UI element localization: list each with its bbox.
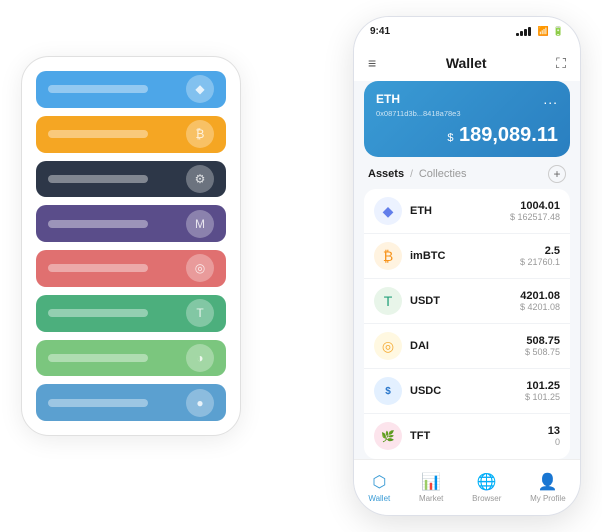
dai-amounts: 508.75 $ 508.75 xyxy=(525,335,560,357)
eth-more-button[interactable]: ... xyxy=(543,91,558,107)
usdc-usd: $ 101.25 xyxy=(525,392,560,402)
asset-item-tft: 🌿 TFT 13 0 xyxy=(364,414,570,458)
usdt-amount: 4201.08 xyxy=(520,290,560,302)
eth-balance: $ 189,089.11 xyxy=(376,124,558,147)
card-text xyxy=(48,309,148,317)
card-icon: ⚙ xyxy=(186,165,214,193)
usdt-amounts: 4201.08 $ 4201.08 xyxy=(520,290,560,312)
dai-name: DAI xyxy=(410,340,525,352)
card-text xyxy=(48,85,148,93)
imbtc-amount: 2.5 xyxy=(520,245,560,257)
nav-browser[interactable]: 🌐 Browser xyxy=(472,472,501,503)
usdc-name: USDC xyxy=(410,385,525,397)
assets-header: Assets / Collecties + xyxy=(354,165,580,189)
card-text xyxy=(48,354,148,362)
card-text xyxy=(48,220,148,228)
nav-profile[interactable]: 👤 My Profile xyxy=(530,472,566,503)
browser-icon: 🌐 xyxy=(477,472,497,492)
card-7: ◑ xyxy=(36,340,226,377)
tab-separator: / xyxy=(410,169,413,180)
tft-name: TFT xyxy=(410,430,548,442)
add-asset-button[interactable]: + xyxy=(548,165,566,183)
dai-amount: 508.75 xyxy=(525,335,560,347)
eth-balance-value: 189,089.11 xyxy=(459,124,558,146)
nav-browser-label: Browser xyxy=(472,494,501,503)
eth-name: ETH xyxy=(410,205,510,217)
usdc-logo: $ xyxy=(374,377,402,405)
status-bar: 9:41 📶 🔋 xyxy=(354,17,580,45)
nav-profile-label: My Profile xyxy=(530,494,566,503)
card-5: ◎ xyxy=(36,250,226,287)
expand-icon[interactable]: ⛶ xyxy=(556,55,566,72)
card-icon: ₿ xyxy=(186,120,214,148)
asset-item-usdt: T USDT 4201.08 $ 4201.08 xyxy=(364,279,570,324)
profile-icon: 👤 xyxy=(538,472,558,492)
nav-wallet[interactable]: ⬡ Wallet xyxy=(368,472,390,503)
tft-usd: 0 xyxy=(548,437,560,447)
usdt-usd: $ 4201.08 xyxy=(520,302,560,312)
eth-logo: ◆ xyxy=(374,197,402,225)
card-2: ₿ xyxy=(36,116,226,153)
card-text xyxy=(48,399,148,407)
card-4: M xyxy=(36,205,226,242)
dai-usd: $ 508.75 xyxy=(525,347,560,357)
eth-card-top: ETH ... xyxy=(376,91,558,107)
left-phone: ◆ ₿ ⚙ M ◎ T ◑ ● xyxy=(21,56,241,436)
wallet-icon: ⬡ xyxy=(372,472,386,492)
market-icon: 📊 xyxy=(421,472,441,492)
tft-logo: 🌿 xyxy=(374,422,402,450)
bottom-nav: ⬡ Wallet 📊 Market 🌐 Browser 👤 My Profile xyxy=(354,459,580,515)
card-text xyxy=(48,130,148,138)
eth-label: ETH xyxy=(376,92,400,106)
card-3: ⚙ xyxy=(36,161,226,198)
imbtc-name: imBTC xyxy=(410,250,520,262)
header-title: Wallet xyxy=(446,55,487,71)
card-icon: ◑ xyxy=(186,344,214,372)
usdt-logo: T xyxy=(374,287,402,315)
asset-item-imbtc: ₿ imBTC 2.5 $ 21760.1 xyxy=(364,234,570,279)
tab-assets[interactable]: Assets xyxy=(368,168,404,180)
card-text xyxy=(48,264,148,272)
card-icon: ● xyxy=(186,389,214,417)
menu-icon[interactable]: ≡ xyxy=(368,55,376,71)
nav-market-label: Market xyxy=(419,494,443,503)
tab-collecties[interactable]: Collecties xyxy=(419,168,467,180)
asset-list: ◆ ETH 1004.01 $ 162517.48 ₿ imBTC 2.5 $ … xyxy=(364,189,570,459)
asset-item-usdc: $ USDC 101.25 $ 101.25 xyxy=(364,369,570,414)
card-1: ◆ xyxy=(36,71,226,108)
phone-header: ≡ Wallet ⛶ xyxy=(354,45,580,81)
eth-address: 0x08711d3b...8418a78e3 xyxy=(376,109,558,118)
assets-tabs: Assets / Collecties xyxy=(368,168,467,180)
usdc-amounts: 101.25 $ 101.25 xyxy=(525,380,560,402)
usdt-name: USDT xyxy=(410,295,520,307)
imbtc-usd: $ 21760.1 xyxy=(520,257,560,267)
tft-amounts: 13 0 xyxy=(548,425,560,447)
asset-item-dai: ◎ DAI 508.75 $ 508.75 xyxy=(364,324,570,369)
eth-card: ETH ... 0x08711d3b...8418a78e3 $ 189,089… xyxy=(364,81,570,157)
card-8: ● xyxy=(36,384,226,421)
card-icon: ◆ xyxy=(186,75,214,103)
card-text xyxy=(48,175,148,183)
usdc-amount: 101.25 xyxy=(525,380,560,392)
nav-market[interactable]: 📊 Market xyxy=(419,472,443,503)
scene: ◆ ₿ ⚙ M ◎ T ◑ ● xyxy=(21,16,581,516)
dai-logo: ◎ xyxy=(374,332,402,360)
status-icons: 📶 🔋 xyxy=(516,26,564,37)
imbtc-logo: ₿ xyxy=(374,242,402,270)
asset-item-eth: ◆ ETH 1004.01 $ 162517.48 xyxy=(364,189,570,234)
eth-currency-symbol: $ xyxy=(447,132,453,144)
card-icon: ◎ xyxy=(186,254,214,282)
eth-usd: $ 162517.48 xyxy=(510,212,560,222)
nav-wallet-label: Wallet xyxy=(368,494,390,503)
card-6: T xyxy=(36,295,226,332)
card-icon: T xyxy=(186,299,214,327)
eth-amounts: 1004.01 $ 162517.48 xyxy=(510,200,560,222)
tft-amount: 13 xyxy=(548,425,560,437)
status-time: 9:41 xyxy=(370,26,390,37)
right-phone: 9:41 📶 🔋 ≡ Wallet ⛶ ETH ... xyxy=(353,16,581,516)
eth-amount: 1004.01 xyxy=(510,200,560,212)
card-icon: M xyxy=(186,210,214,238)
imbtc-amounts: 2.5 $ 21760.1 xyxy=(520,245,560,267)
